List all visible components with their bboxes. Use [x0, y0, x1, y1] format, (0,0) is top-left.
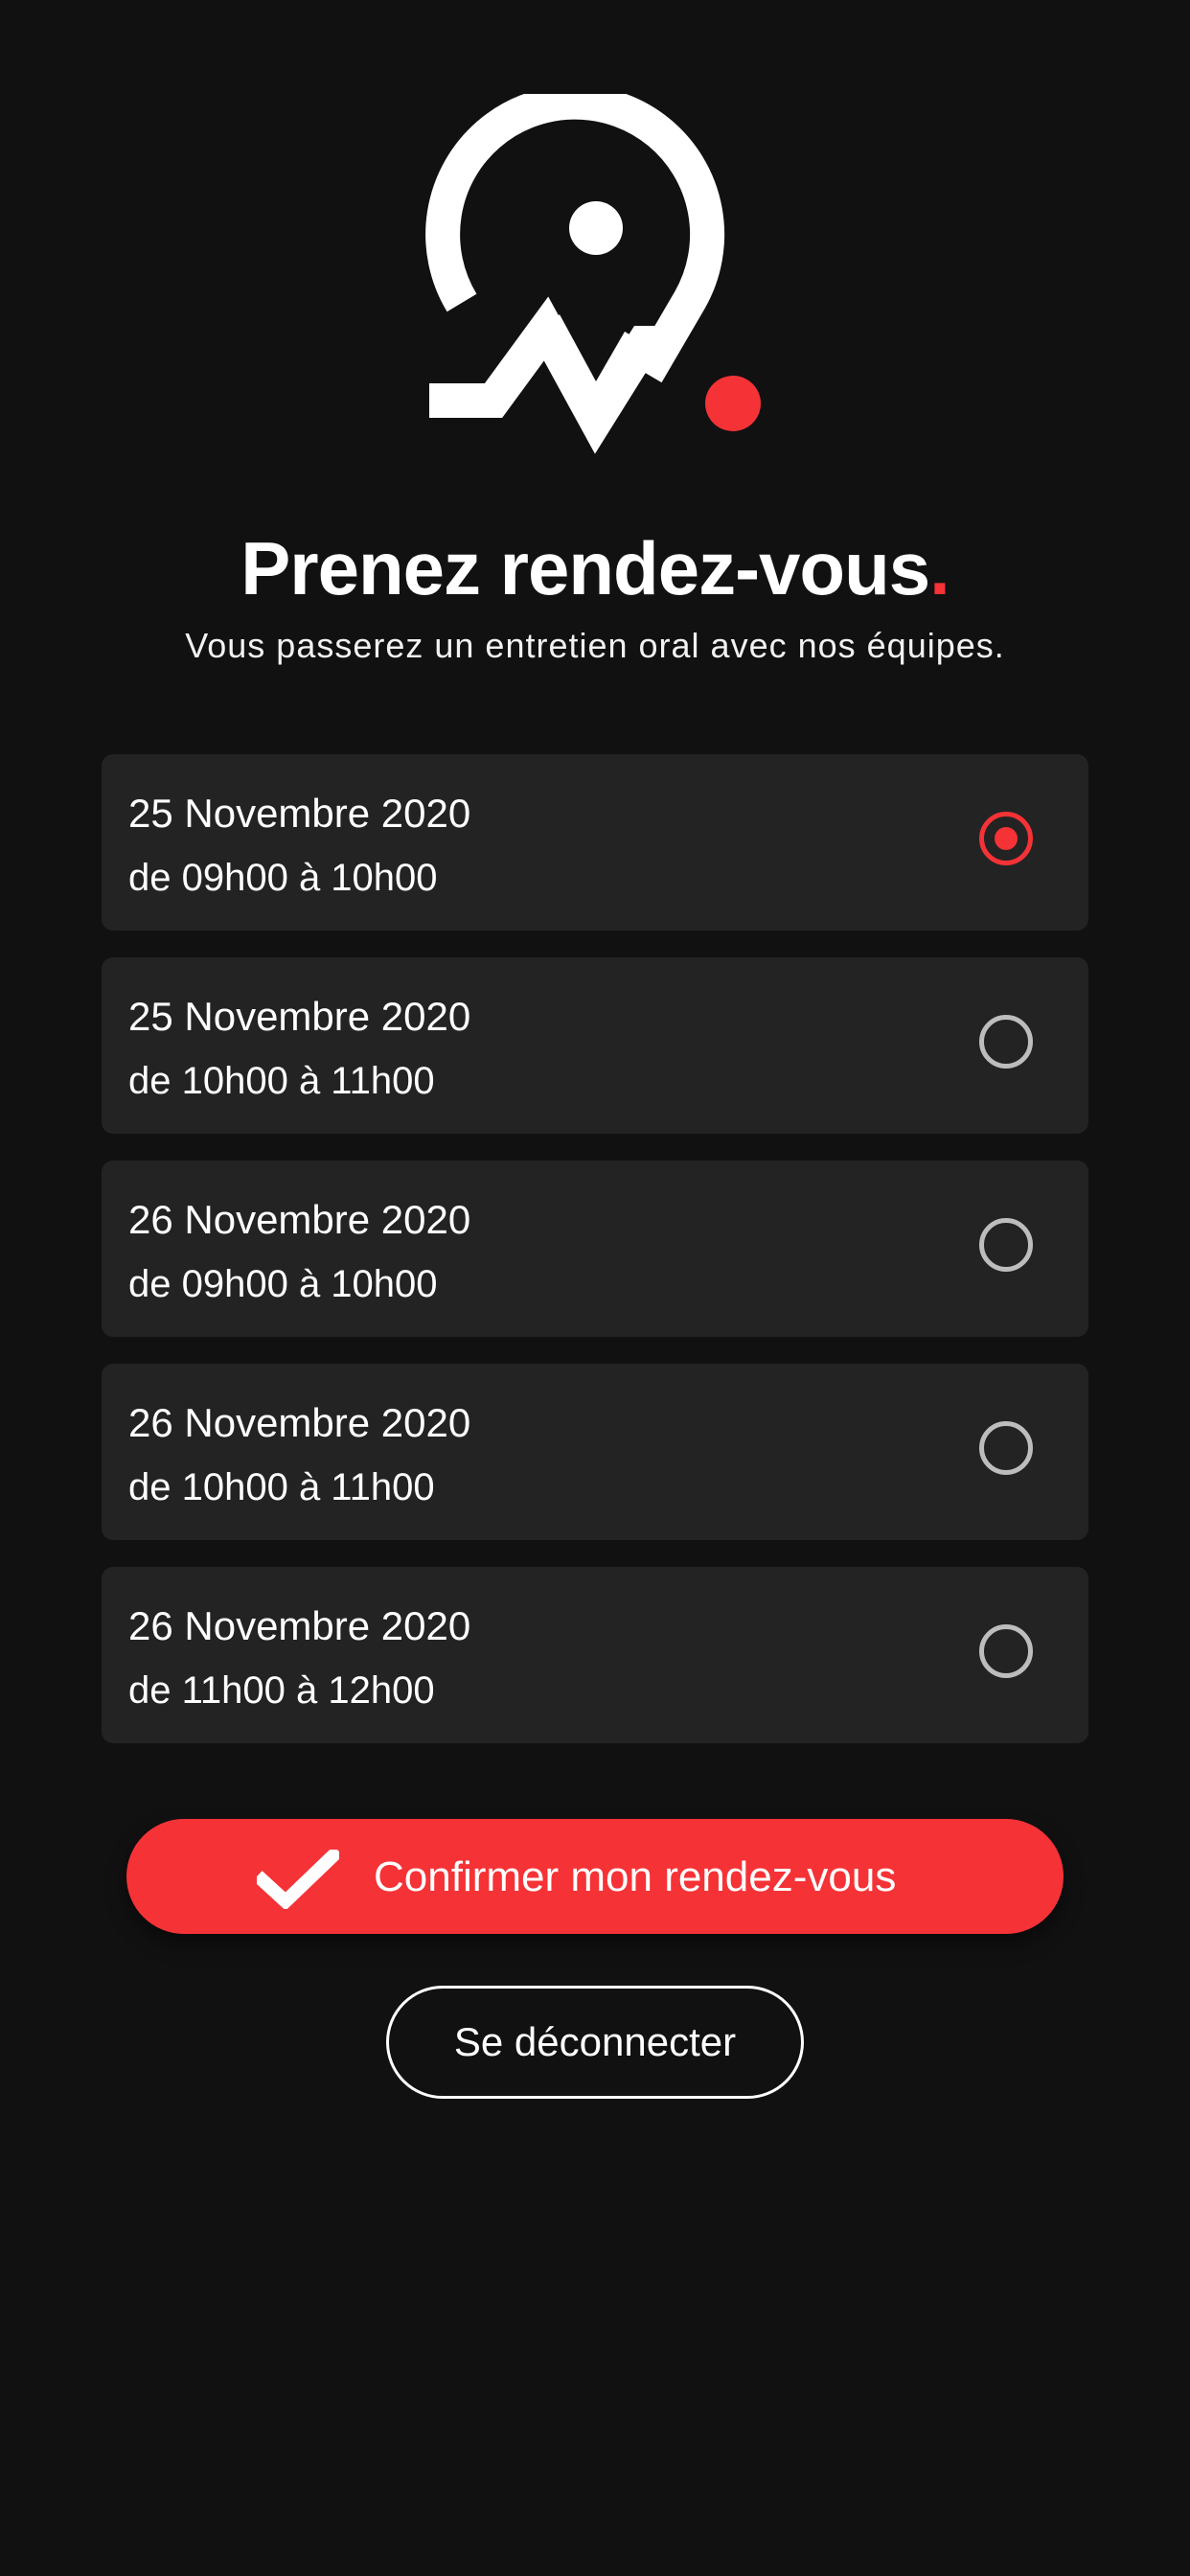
appointment-slot[interactable]: 26 Novembre 2020 de 09h00 à 10h00	[102, 1161, 1088, 1337]
slot-radio[interactable]	[979, 1421, 1033, 1475]
slot-radio[interactable]	[979, 1015, 1033, 1069]
slot-time: de 10h00 à 11h00	[128, 1466, 435, 1508]
confirm-button-label: Confirmer mon rendez-vous	[374, 1853, 897, 1900]
check-icon	[257, 1850, 339, 1909]
slot-radio[interactable]	[979, 1624, 1033, 1678]
slot-time: de 09h00 à 10h00	[128, 1263, 438, 1305]
appointment-slot[interactable]: 25 Novembre 2020 de 10h00 à 11h00	[102, 957, 1088, 1134]
page-title: Prenez rendez-vous.	[0, 525, 1190, 611]
slot-date: 25 Novembre 2020	[128, 791, 471, 836]
page-subtitle: Vous passerez un entretien oral avec nos…	[185, 626, 1005, 665]
appointment-slot-list: 25 Novembre 2020 de 09h00 à 10h00 25 Nov…	[102, 754, 1088, 1770]
slot-date: 26 Novembre 2020	[128, 1197, 471, 1242]
slot-time: de 11h00 à 12h00	[128, 1669, 435, 1712]
accent-dot	[705, 376, 761, 431]
page-title-text: Prenez rendez-vous	[240, 526, 930, 610]
slot-radio-selected[interactable]	[979, 812, 1033, 865]
slot-date: 26 Novembre 2020	[128, 1603, 471, 1648]
slot-date: 26 Novembre 2020	[128, 1400, 471, 1445]
slot-time: de 09h00 à 10h00	[128, 857, 438, 899]
slot-date: 25 Novembre 2020	[128, 994, 471, 1039]
appointment-slot[interactable]: 26 Novembre 2020 de 11h00 à 12h00	[102, 1567, 1088, 1743]
appointment-slot[interactable]: 26 Novembre 2020 de 10h00 à 11h00	[102, 1364, 1088, 1540]
logout-button[interactable]: Se déconnecter	[386, 1986, 804, 2099]
pin-inner-dot	[569, 201, 623, 255]
confirm-appointment-button[interactable]: Confirmer mon rendez-vous	[126, 1819, 1064, 1934]
slot-time: de 10h00 à 11h00	[128, 1060, 435, 1102]
map-pin-pulse-logo	[425, 94, 761, 454]
page-title-dot: .	[929, 526, 950, 610]
appointment-slot[interactable]: 25 Novembre 2020 de 09h00 à 10h00	[102, 754, 1088, 931]
slot-radio[interactable]	[979, 1218, 1033, 1272]
